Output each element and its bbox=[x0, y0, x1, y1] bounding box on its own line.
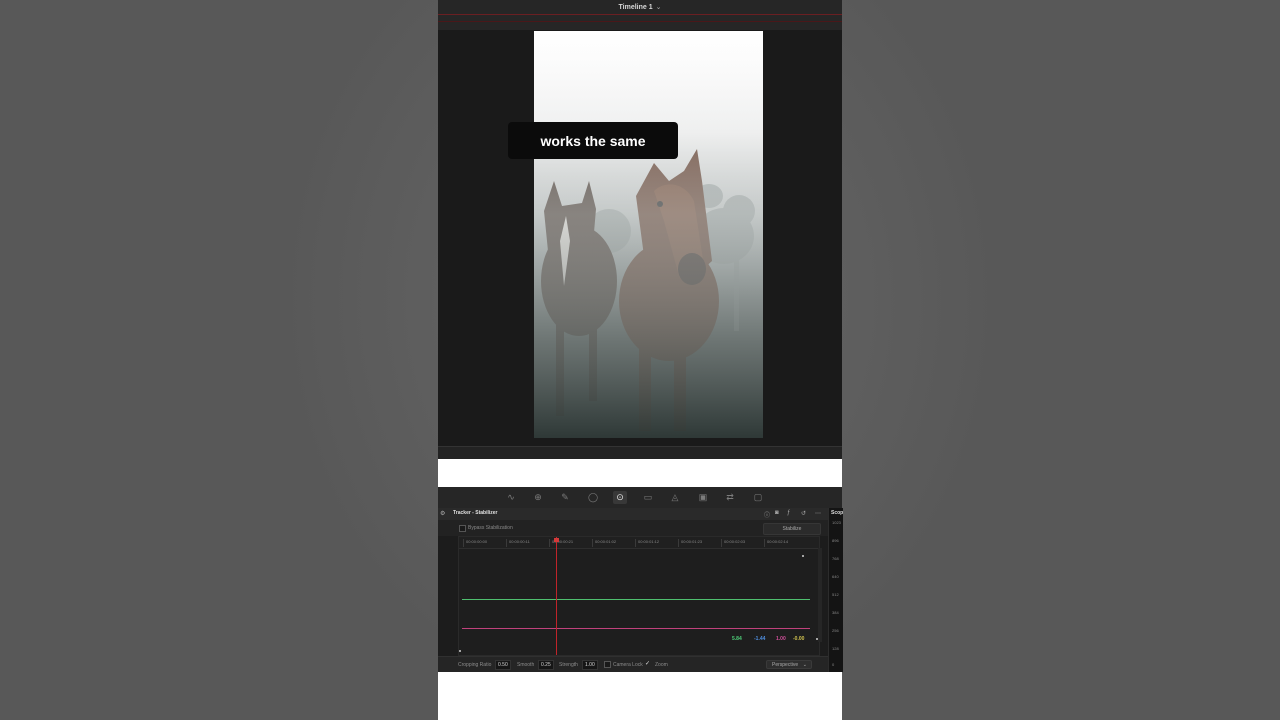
playhead-handle[interactable] bbox=[554, 538, 559, 542]
timecode-tick: 00:00:00:21 bbox=[549, 539, 573, 547]
curves-icon[interactable]: ∿ bbox=[504, 491, 518, 504]
timecode-ruler[interactable]: 00:00:00:00 00:00:00:11 00:00:00:21 00:0… bbox=[459, 537, 819, 549]
timecode-tick: 00:00:00:11 bbox=[506, 539, 530, 547]
timeline-selector[interactable]: Timeline 1 ⌄ bbox=[438, 3, 842, 11]
timecode-tick: 00:00:00:00 bbox=[463, 539, 487, 547]
viewer-transport-bar bbox=[438, 446, 842, 460]
timeline-strip-line bbox=[438, 14, 842, 15]
playhead[interactable] bbox=[556, 537, 557, 655]
readout-tilt: -1.44 bbox=[754, 636, 766, 642]
smooth-label: Smooth bbox=[517, 662, 535, 668]
stabilizer-controls: Cropping Ratio 0.50 Smooth 0.25 Strength… bbox=[438, 656, 828, 673]
panel-options-icon[interactable]: ⚙ bbox=[440, 510, 445, 517]
panel-title: Tracker - Stabilizer bbox=[453, 510, 498, 516]
timecode-tick: 00:00:01:02 bbox=[592, 539, 616, 547]
strength-field[interactable]: 1.00 bbox=[582, 660, 598, 670]
bypass-row: Bypass Stabilization Stabilize bbox=[438, 520, 828, 536]
magic-mask-icon[interactable]: ▭ bbox=[641, 491, 655, 504]
white-gap bbox=[438, 459, 842, 487]
reset-icon[interactable]: ↺ bbox=[801, 510, 806, 517]
timecode-tick: 00:00:02:03 bbox=[721, 539, 745, 547]
mode-value: Perspective bbox=[772, 662, 799, 668]
graph-scrollbar[interactable] bbox=[818, 548, 822, 642]
eyedropper-icon[interactable]: ✎ bbox=[558, 491, 572, 504]
video-frame bbox=[534, 31, 763, 438]
viewer[interactable]: works the same bbox=[438, 30, 842, 446]
fx-icon[interactable]: ƒ bbox=[787, 510, 790, 516]
3d-icon[interactable]: ▢ bbox=[751, 491, 765, 504]
white-gap-bottom bbox=[438, 672, 842, 720]
bypass-checkbox[interactable] bbox=[459, 525, 466, 532]
scope-value: 1023 bbox=[832, 520, 841, 525]
bypass-label: Bypass Stabilization bbox=[468, 525, 513, 531]
scope-value: 512 bbox=[832, 592, 839, 597]
scope-value: 128 bbox=[832, 646, 839, 651]
cropping-ratio-label: Cropping Ratio bbox=[458, 662, 492, 668]
viewer-header: Timeline 1 ⌄ bbox=[438, 0, 842, 30]
info-icon[interactable]: ⓘ bbox=[764, 510, 770, 519]
mode-dropdown[interactable]: Perspective ⌄ bbox=[766, 660, 812, 669]
keyframe-marker[interactable] bbox=[802, 555, 804, 557]
key-icon[interactable]: ▣ bbox=[696, 491, 710, 504]
stabilize-button[interactable]: Stabilize bbox=[763, 523, 821, 535]
zoom-track-line bbox=[462, 628, 810, 629]
keyframe-marker[interactable] bbox=[459, 650, 461, 652]
camera-lock-label: Camera Lock bbox=[613, 662, 643, 668]
strength-label: Strength bbox=[559, 662, 578, 668]
palette-toolbar: ∿ ⊕ ✎ ◯ ⊙ ▭ ◬ ▣ ⇄ ▢ bbox=[438, 487, 842, 509]
chevron-down-icon: ⌄ bbox=[802, 662, 807, 668]
tracker-graph[interactable]: 00:00:00:00 00:00:00:11 00:00:00:21 00:0… bbox=[458, 536, 820, 656]
caption-text: works the same bbox=[540, 132, 646, 149]
scope-value: 896 bbox=[832, 538, 839, 543]
blur-icon[interactable]: ◬ bbox=[668, 491, 682, 504]
tracker-icon[interactable]: ⊙ bbox=[613, 491, 627, 504]
readout-zoom: 1.00 bbox=[776, 636, 786, 642]
app-column: Timeline 1 ⌄ works the same ∿ ⊕ ✎ ◯ ⊙ ▭ … bbox=[438, 0, 843, 720]
pan-track-line bbox=[462, 599, 810, 600]
scope-value: 256 bbox=[832, 628, 839, 633]
caption-overlay: works the same bbox=[508, 122, 678, 159]
scope-value: 384 bbox=[832, 610, 839, 615]
camera-lock-checkbox[interactable] bbox=[604, 661, 611, 668]
zoom-checkbox[interactable]: ✓ bbox=[645, 660, 650, 667]
smooth-field[interactable]: 0.25 bbox=[538, 660, 554, 670]
scopes-panel: Scop 1023 896 768 640 512 384 256 128 0 bbox=[828, 508, 843, 672]
scope-value: 768 bbox=[832, 556, 839, 561]
cropping-ratio-field[interactable]: 0.50 bbox=[495, 660, 511, 670]
scopes-label: Scop bbox=[831, 510, 844, 516]
qualifier-icon[interactable]: ⊕ bbox=[531, 491, 545, 504]
tracker-panel-header: ⚙ Tracker - Stabilizer ⓘ ◙ ƒ ↺ ⋯ bbox=[438, 508, 828, 520]
window-icon[interactable]: ◯ bbox=[586, 491, 600, 504]
zoom-label: Zoom bbox=[655, 662, 668, 668]
readout-rotate: -0.00 bbox=[793, 636, 805, 642]
timecode-tick: 00:00:02:14 bbox=[764, 539, 788, 547]
readout-pan: 5.84 bbox=[732, 636, 742, 642]
timeline-title: Timeline 1 bbox=[618, 4, 653, 11]
camera-icon[interactable]: ◙ bbox=[775, 510, 779, 516]
more-options-icon[interactable]: ⋯ bbox=[815, 510, 821, 517]
horses-image bbox=[534, 31, 763, 438]
scope-value: 640 bbox=[832, 574, 839, 579]
timecode-tick: 00:00:01:12 bbox=[635, 539, 659, 547]
timecode-tick: 00:00:01:23 bbox=[678, 539, 702, 547]
scope-value: 0 bbox=[832, 662, 835, 667]
sizing-icon[interactable]: ⇄ bbox=[723, 491, 737, 504]
timeline-strip-line bbox=[438, 21, 842, 22]
chevron-down-icon: ⌄ bbox=[655, 4, 662, 11]
